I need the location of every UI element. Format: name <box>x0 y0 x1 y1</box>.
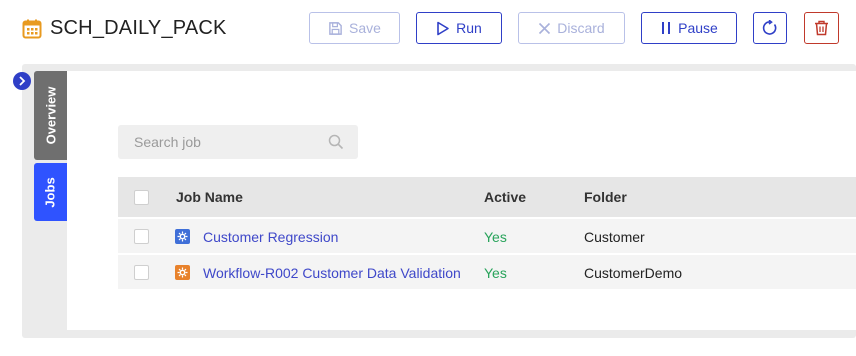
row-checkbox[interactable] <box>134 265 149 280</box>
search-box <box>118 125 358 159</box>
tab-jobs[interactable]: Jobs <box>34 163 67 221</box>
close-icon <box>539 22 551 34</box>
table-header: Job Name Active Folder <box>118 177 856 217</box>
pause-button[interactable]: Pause <box>641 12 737 44</box>
run-button[interactable]: Run <box>416 12 502 44</box>
play-icon <box>437 21 449 35</box>
search-icon <box>328 134 344 150</box>
column-header-active[interactable]: Active <box>484 189 526 205</box>
run-label: Run <box>456 20 482 36</box>
save-label: Save <box>349 20 381 36</box>
active-value: Yes <box>484 265 507 281</box>
refresh-button[interactable] <box>753 12 787 44</box>
discard-label: Discard <box>557 20 605 36</box>
table-row[interactable]: Workflow-R002 Customer Data Validation Y… <box>118 253 856 289</box>
tab-overview-label: Overview <box>43 86 59 145</box>
folder-value: CustomerDemo <box>584 265 683 281</box>
job-name-link[interactable]: Workflow-R002 Customer Data Validation <box>203 265 461 281</box>
gear-icon <box>175 229 190 244</box>
tab-jobs-label: Jobs <box>43 176 58 208</box>
search-input[interactable] <box>118 125 358 159</box>
tab-overview[interactable]: Overview <box>34 71 67 160</box>
pause-icon <box>662 22 671 34</box>
chevron-right-icon <box>19 76 26 86</box>
page-header: SCH_DAILY_PACK Save Run Discard Pause <box>0 0 856 60</box>
row-checkbox[interactable] <box>134 229 149 244</box>
page-title: SCH_DAILY_PACK <box>50 17 227 39</box>
discard-button[interactable]: Discard <box>518 12 625 44</box>
column-header-job-name[interactable]: Job Name <box>176 189 243 205</box>
delete-button[interactable] <box>804 12 839 44</box>
refresh-icon <box>762 20 777 35</box>
save-icon <box>329 21 342 35</box>
jobs-table: Job Name Active Folder Customer Regressi… <box>118 177 856 289</box>
expand-sidebar-button[interactable] <box>13 72 31 90</box>
workflow-icon <box>175 265 190 280</box>
job-name-link[interactable]: Customer Regression <box>203 229 338 245</box>
pause-label: Pause <box>678 20 718 36</box>
folder-value: Customer <box>584 229 645 245</box>
select-all-checkbox[interactable] <box>134 190 149 205</box>
active-value: Yes <box>484 229 507 245</box>
calendar-icon <box>22 19 42 39</box>
trash-icon <box>815 20 828 36</box>
column-header-folder[interactable]: Folder <box>584 189 627 205</box>
table-row[interactable]: Customer Regression Yes Customer <box>118 217 856 253</box>
save-button[interactable]: Save <box>309 12 400 44</box>
